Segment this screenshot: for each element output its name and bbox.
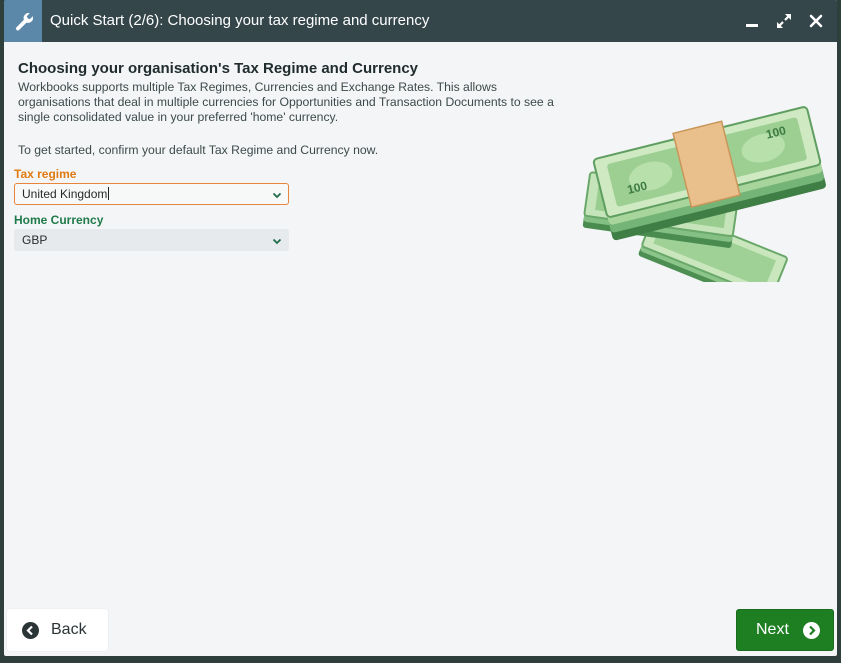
- close-icon[interactable]: [807, 12, 825, 30]
- tax-regime-label: Tax regime: [14, 167, 77, 181]
- arrow-left-circle-icon: [22, 621, 39, 639]
- arrow-right-circle-icon: [802, 621, 820, 639]
- title-bar: Quick Start (2/6): Choosing your tax reg…: [4, 0, 837, 42]
- wrench-icon: [4, 0, 42, 42]
- quick-start-window: Quick Start (2/6): Choosing your tax reg…: [4, 0, 837, 656]
- tax-regime-value: United Kingdom: [22, 187, 108, 201]
- text-caret: [108, 187, 110, 200]
- page-heading: Choosing your organisation's Tax Regime …: [18, 60, 419, 77]
- home-currency-label: Home Currency: [14, 213, 104, 227]
- back-label: Back: [51, 621, 87, 638]
- chevron-down-icon: [271, 235, 283, 247]
- content-area: Choosing your organisation's Tax Regime …: [4, 42, 837, 656]
- maximize-icon[interactable]: [775, 12, 793, 30]
- instruction-text: To get started, confirm your default Tax…: [18, 143, 379, 157]
- home-currency-select[interactable]: GBP: [14, 229, 289, 251]
- window-title: Quick Start (2/6): Choosing your tax reg…: [50, 12, 430, 29]
- tax-regime-select[interactable]: United Kingdom: [14, 183, 289, 205]
- intro-text: Workbooks supports multiple Tax Regimes,…: [18, 80, 554, 124]
- back-button[interactable]: Back: [7, 609, 108, 651]
- money-stack-illustration: 100 100: [582, 82, 832, 307]
- home-currency-value: GBP: [22, 233, 48, 247]
- chevron-down-icon: [271, 189, 283, 201]
- next-label: Next: [756, 621, 789, 638]
- minimize-icon[interactable]: [743, 12, 761, 30]
- next-button[interactable]: Next: [736, 609, 834, 651]
